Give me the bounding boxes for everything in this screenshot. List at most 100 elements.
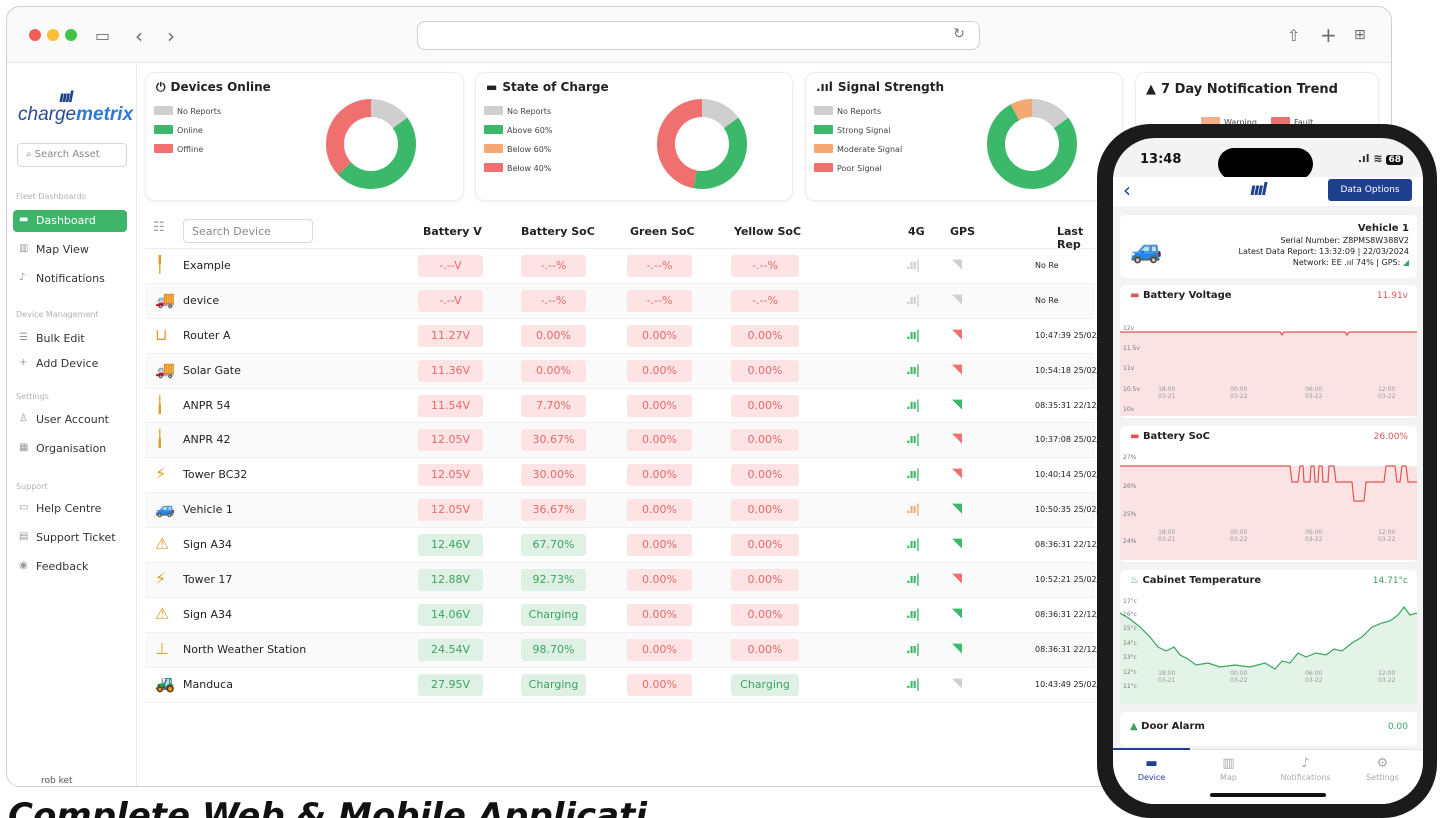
table-row[interactable]: ⊔ Router A 11.27V 0.00% 0.00% 0.00% .ıı| ◥ 10:47…	[145, 319, 1099, 354]
table-row[interactable]: ╽ ANPR 42 12.05V 30.67% 0.00% 0.00% .ıı| ◥ 10:37…	[145, 423, 1099, 459]
cell-soc: 7.70%	[521, 394, 586, 417]
table-row[interactable]: 🚙 Vehicle 1 12.05V 36.67% 0.00% 0.00% .ıı| ◥ 10:…	[145, 493, 1099, 529]
device-name[interactable]: Sign A34	[183, 608, 232, 621]
state-of-charge-donut	[657, 99, 747, 189]
gps-icon: ◥	[952, 396, 962, 412]
signal-strength-icon: .ıı|	[906, 397, 920, 412]
sidebar-item-user-account[interactable]: ♙ User Account	[13, 409, 127, 431]
reload-icon[interactable]: ↻	[953, 26, 965, 42]
header-last-report[interactable]: Last Rep	[1057, 225, 1095, 251]
cell-yellow: 0.00%	[731, 464, 799, 487]
sidebar-item-map-view[interactable]: ▥ Map View	[13, 239, 127, 261]
device-name[interactable]: Tower BC32	[183, 468, 247, 481]
new-tab-icon[interactable]: +	[1320, 23, 1337, 47]
device-name[interactable]: North Weather Station	[183, 643, 306, 656]
device-name[interactable]: Solar Gate	[183, 364, 241, 377]
search-device-input[interactable]: Search Device	[183, 219, 313, 243]
sidebar-item-notifications[interactable]: ♪ Notifications	[13, 268, 127, 290]
device-name[interactable]: ANPR 42	[183, 433, 231, 446]
cell-yellow: 0.00%	[731, 569, 799, 592]
tab-notifications[interactable]: ♪ Notifications	[1267, 756, 1344, 782]
table-row[interactable]: ⚠ Sign A34 14.06V Charging 0.00% 0.00% .ıı| ◥ 08…	[145, 598, 1099, 633]
table-row[interactable]: ╿ Example -.--V -.--% -.--% -.--% .ıı| ◥ No Re	[145, 249, 1095, 284]
sidebar-item-bulk-edit[interactable]: ☰ Bulk Edit	[13, 328, 127, 350]
network-status: Network: EE .ııl 74% | GPS: ◢	[1292, 258, 1409, 267]
share-icon[interactable]: ⇧	[1287, 26, 1300, 45]
warning-icon: ▲	[1130, 721, 1142, 732]
bell-icon: ♪	[1301, 756, 1310, 771]
address-bar[interactable]: ↻	[417, 21, 980, 50]
cell-soc: -.--%	[521, 289, 586, 312]
cabinet-temperature-value: 14.71°c	[1372, 576, 1408, 586]
user-name[interactable]: rob ket	[41, 776, 73, 786]
table-row[interactable]: 🚚 device -.--V -.--% -.--% -.--% .ıı| ◥ No Re	[145, 283, 1095, 319]
search-asset-input[interactable]: ⌕ Search Asset	[17, 143, 127, 167]
sidebar-item-add-device[interactable]: + Add Device	[13, 353, 127, 375]
cell-soc: 36.67%	[521, 499, 586, 522]
legend-item: No Reports	[154, 106, 221, 116]
data-options-button[interactable]: Data Options	[1328, 179, 1412, 201]
header-gps[interactable]: GPS	[950, 225, 975, 238]
cell-v: 27.95V	[418, 673, 483, 696]
sidebar-item-dashboard[interactable]: ▬ Dashboard	[13, 210, 127, 232]
device-icon: ⚠	[155, 534, 170, 554]
minimize-window-button[interactable]	[47, 29, 59, 41]
sidebar-item-support-ticket[interactable]: ▤ Support Ticket	[13, 527, 127, 549]
signal-icon: .ıl	[1357, 152, 1374, 165]
cell-soc: 0.00%	[521, 359, 586, 382]
close-window-button[interactable]	[29, 29, 41, 41]
header-battery-soc[interactable]: Battery SoC	[521, 225, 595, 238]
cell-v: 12.46V	[418, 534, 483, 557]
header-battery-v[interactable]: Battery V	[423, 225, 482, 238]
building-icon: ▦	[19, 442, 29, 453]
tab-overview-icon[interactable]: ⊞	[1354, 27, 1366, 43]
tab-map[interactable]: ▥ Map	[1190, 756, 1267, 782]
cell-v: 12.05V	[418, 499, 483, 522]
device-name[interactable]: Manduca	[183, 678, 233, 691]
last-report: 10:40:14 25/02/	[1035, 470, 1100, 480]
signal-strength-icon: .ıı|	[906, 467, 920, 482]
sidebar-item-feedback[interactable]: ◉ Feedback	[13, 556, 127, 578]
battery-voltage-chart	[1120, 331, 1417, 416]
tab-settings[interactable]: ⚙ Settings	[1344, 756, 1421, 782]
device-name[interactable]: Vehicle 1	[183, 503, 233, 516]
back-arrow-icon[interactable]: ‹	[135, 24, 143, 48]
table-row[interactable]: 🚜 Manduca 27.95V Charging 0.00% Charging .ıı| ◥…	[145, 668, 1099, 703]
sidebar-item-help-centre[interactable]: ▭ Help Centre	[13, 498, 127, 520]
vehicle-name: Vehicle 1	[1357, 223, 1409, 234]
signal-strength-icon: .ıı|	[906, 502, 920, 517]
filter-icon[interactable]: ☷	[153, 220, 165, 235]
device-name[interactable]: Router A	[183, 329, 230, 342]
table-row[interactable]: ╽ ANPR 54 11.54V 7.70% 0.00% 0.00% .ıı| ◥ 08:35:…	[145, 389, 1099, 424]
cell-v: 11.54V	[418, 394, 483, 417]
table-row[interactable]: ⚡ Tower BC32 12.05V 30.00% 0.00% 0.00% .ıı| ◥ 10…	[145, 458, 1099, 494]
device-name[interactable]: Tower 17	[183, 573, 232, 586]
device-name[interactable]: device	[183, 294, 219, 307]
table-row[interactable]: ⚡ Tower 17 12.88V 92.73% 0.00% 0.00% .ıı| ◥ 10:5…	[145, 563, 1099, 598]
table-row[interactable]: 🚚 Solar Gate 11.36V 0.00% 0.00% 0.00% .ıı| ◥ 10:…	[145, 353, 1099, 389]
header-yellow-soc[interactable]: Yellow SoC	[734, 225, 801, 238]
card-devices-online: ⏻ Devices Online No Reports Online Offlin…	[145, 72, 464, 201]
device-name[interactable]: Sign A34	[183, 538, 232, 551]
forward-arrow-icon[interactable]: ›	[167, 24, 175, 48]
header-4g[interactable]: 4G	[908, 225, 925, 238]
back-icon[interactable]: ‹	[1123, 178, 1131, 202]
card-state-of-charge: ▬ State of Charge No Reports Above 60% Be…	[475, 72, 793, 201]
sidebar-item-organisation[interactable]: ▦ Organisation	[13, 438, 127, 460]
cell-v: -.--V	[418, 255, 483, 277]
table-row[interactable]: ⊥ North Weather Station 24.54V 98.70% 0.00% 0…	[145, 632, 1099, 668]
device-name[interactable]: Example	[183, 259, 231, 272]
chart-battery-voltage: ▬ Battery Voltage 11.91v 12v 11.5v 11v 1…	[1120, 285, 1417, 418]
maximize-window-button[interactable]	[65, 29, 77, 41]
search-icon: ⌕	[26, 149, 35, 160]
signal-strength-icon: .ıı|	[906, 432, 920, 447]
cell-yellow: 0.00%	[731, 429, 799, 452]
device-icon: ⚡	[155, 569, 167, 589]
device-name[interactable]: ANPR 54	[183, 399, 231, 412]
tab-device[interactable]: ▬ Device	[1113, 756, 1190, 782]
header-green-soc[interactable]: Green SoC	[630, 225, 695, 238]
cell-yellow: 0.00%	[731, 638, 799, 661]
ticket-icon: ▤	[19, 531, 29, 542]
sidebar-toggle-icon[interactable]: ▭	[95, 26, 110, 45]
table-row[interactable]: ⚠ Sign A34 12.46V 67.70% 0.00% 0.00% .ıı| ◥ 08:3…	[145, 528, 1099, 564]
